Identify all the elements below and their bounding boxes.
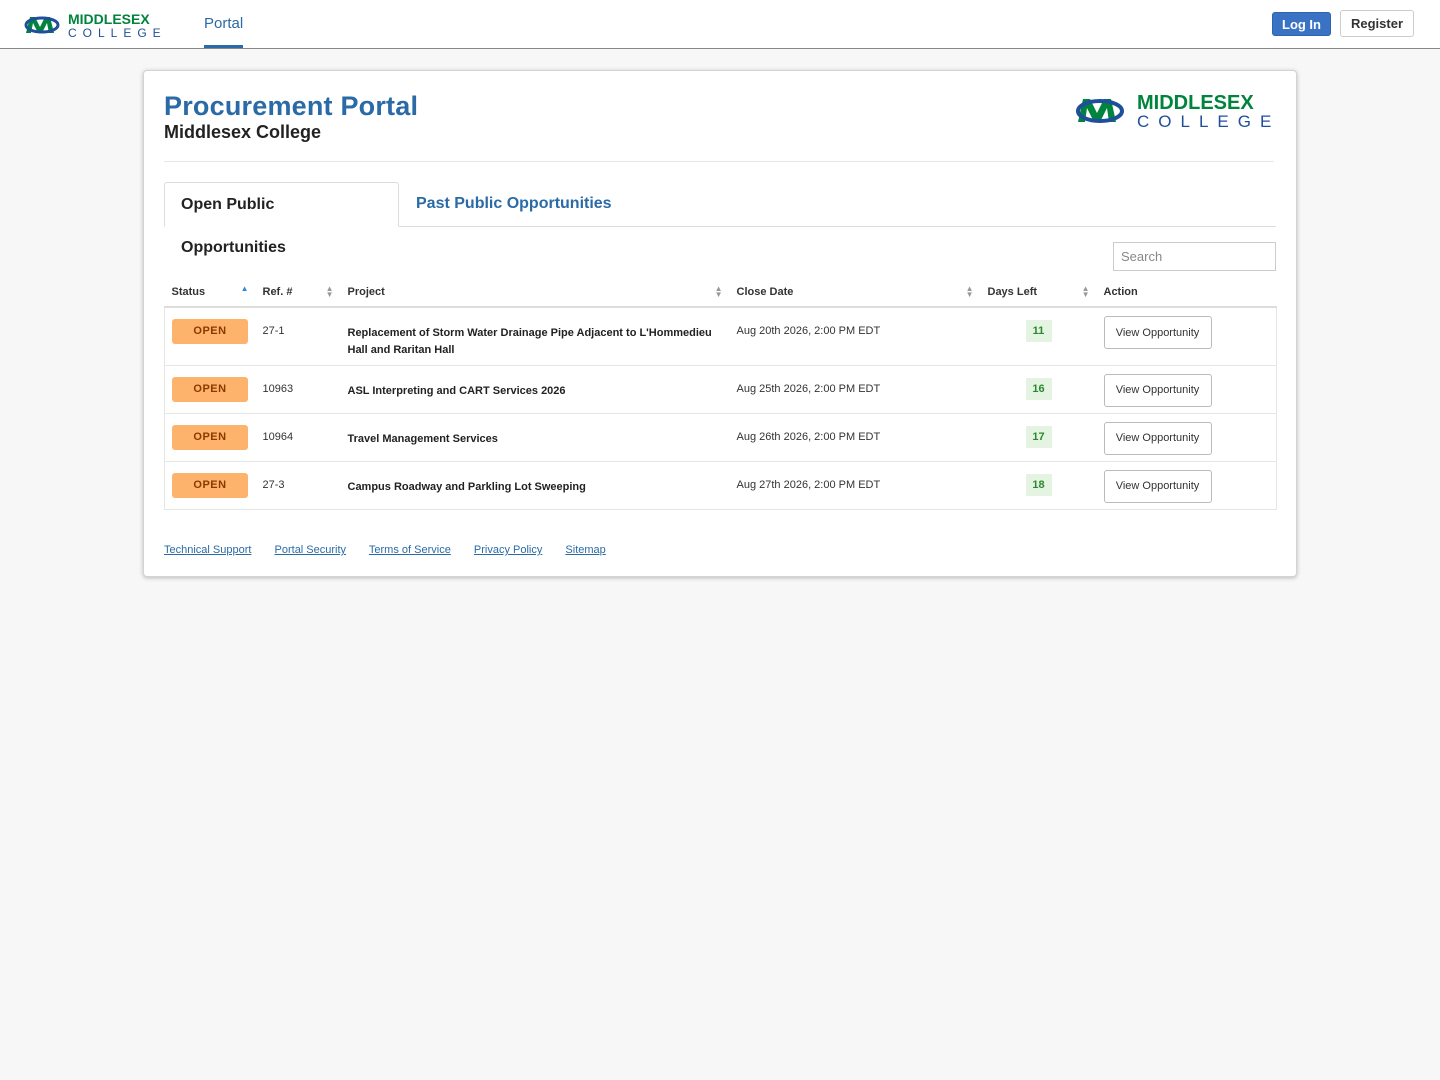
sort-ascending-icon: ▲ — [240, 283, 249, 293]
status-badge: OPEN — [172, 424, 248, 450]
close-date: Aug 27th 2026, 2:00 PM EDT — [736, 478, 881, 491]
ref-number: 10963 — [262, 382, 294, 395]
logo-text-college: COLLEGE — [68, 26, 167, 39]
days-left-badge: 11 — [1025, 320, 1052, 342]
footer-link-sitemap[interactable]: Sitemap — [565, 544, 605, 556]
table-row: OPEN 27-3 Campus Roadway and Parkling Lo… — [164, 460, 1277, 510]
page-subtitle: Middlesex College — [164, 122, 322, 142]
days-left-badge: 16 — [1025, 377, 1052, 400]
logo-text-middlesex: MIDDLESEX — [1137, 92, 1254, 114]
footer-link-portal-security[interactable]: Portal Security — [275, 544, 347, 556]
footer-links: Technical Support Portal Security Terms … — [164, 544, 626, 556]
status-badge: OPEN — [172, 319, 248, 344]
column-header-ref[interactable]: Ref. # ▲ ▼ — [255, 277, 341, 308]
logo-text-college: COLLEGE — [1137, 112, 1278, 129]
header-divider — [164, 161, 1274, 162]
view-opportunity-button[interactable]: View Opportunity — [1103, 373, 1212, 407]
footer-link-terms-of-service[interactable]: Terms of Service — [369, 544, 451, 556]
opportunity-tabs: Open Public Opportunities Past Public Op… — [164, 182, 1276, 256]
nav-portal-link[interactable]: Portal — [204, 0, 244, 48]
column-header-days-left[interactable]: Days Left ▲ ▼ — [980, 277, 1097, 308]
project-name: ASL Interpreting and CART Services 2026 — [347, 384, 566, 397]
footer-link-technical-support[interactable]: Technical Support — [164, 544, 251, 556]
middlesex-college-logo[interactable]: MIDDLESEX COLLEGE — [24, 11, 170, 39]
sort-icon: ▲ ▼ — [325, 283, 334, 299]
view-opportunity-button[interactable]: View Opportunity — [1103, 469, 1212, 503]
sort-icon: ▲ ▼ — [714, 283, 723, 299]
table-row: OPEN 10963 ASL Interpreting and CART Ser… — [164, 364, 1277, 413]
column-header-status[interactable]: Status ▲ — [164, 277, 256, 308]
sort-icon: ▲ ▼ — [965, 283, 974, 299]
view-opportunity-button[interactable]: View Opportunity — [1103, 421, 1212, 455]
days-left-badge: 18 — [1025, 473, 1052, 496]
column-header-project[interactable]: Project ▲ ▼ — [340, 277, 730, 308]
footer-link-privacy-policy[interactable]: Privacy Policy — [474, 544, 542, 556]
register-button[interactable]: Register — [1340, 10, 1414, 37]
page-title: Procurement Portal — [164, 91, 419, 121]
status-badge: OPEN — [172, 472, 248, 498]
column-header-close-date[interactable]: Close Date ▲ ▼ — [729, 277, 981, 308]
close-date: Aug 26th 2026, 2:00 PM EDT — [736, 430, 881, 443]
tab-open-opportunities[interactable]: Open Public Opportunities — [164, 182, 399, 256]
project-name: Campus Roadway and Parkling Lot Sweeping — [347, 480, 586, 493]
search-input[interactable] — [1113, 242, 1276, 271]
table-row: OPEN 10964 Travel Management Services Au… — [164, 412, 1277, 461]
top-navbar: MIDDLESEX COLLEGE Portal Log In Register — [0, 0, 1440, 49]
days-left-badge: 17 — [1025, 425, 1052, 448]
login-button[interactable]: Log In — [1272, 12, 1331, 36]
project-name: Travel Management Services — [347, 432, 498, 445]
ref-number: 27-3 — [262, 478, 285, 491]
close-date: Aug 20th 2026, 2:00 PM EDT — [736, 325, 881, 337]
column-header-action: Action — [1096, 277, 1277, 308]
tab-past-opportunities[interactable]: Past Public Opportunities — [400, 182, 628, 227]
table-row: OPEN 27-1 Replacement of Storm Water Dra… — [164, 307, 1277, 365]
close-date: Aug 25th 2026, 2:00 PM EDT — [736, 382, 881, 395]
ref-number: 10964 — [262, 430, 294, 443]
ref-number: 27-1 — [262, 325, 285, 337]
sort-icon: ▲ ▼ — [1081, 283, 1090, 299]
procurement-card: Procurement Portal Middlesex College MID… — [143, 70, 1297, 577]
logo-text-middlesex: MIDDLESEX — [68, 11, 150, 27]
middlesex-college-logo-large: MIDDLESEX COLLEGE — [1076, 92, 1278, 129]
status-badge: OPEN — [172, 376, 248, 402]
opportunities-table: Status ▲ Ref. # ▲ ▼ Project ▲ ▼ Close Date… — [164, 277, 1277, 510]
project-name: Replacement of Storm Water Drainage Pipe… — [347, 327, 712, 356]
view-opportunity-button[interactable]: View Opportunity — [1103, 316, 1212, 349]
